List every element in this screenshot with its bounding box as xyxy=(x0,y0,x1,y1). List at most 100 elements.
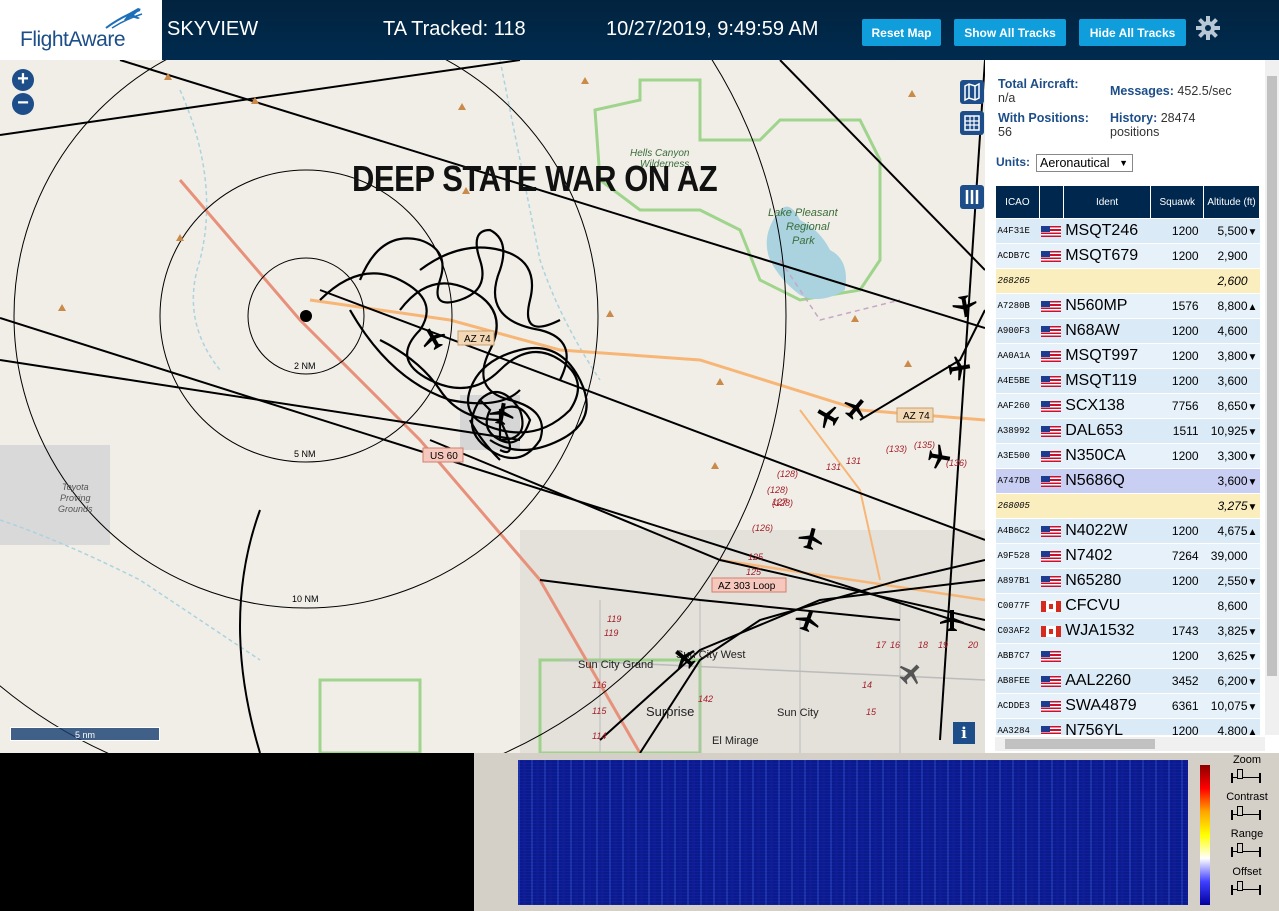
panel-vertical-scrollbar[interactable] xyxy=(1265,60,1279,735)
col-squawk[interactable]: Squawk xyxy=(1150,185,1205,219)
shield-us60: US 60 xyxy=(430,451,458,462)
aircraft-row[interactable]: AB8FEE AAL2260 3452 6,200▼ xyxy=(995,668,1260,694)
flag-cell xyxy=(1039,218,1064,244)
altitude-cell: 2,550▼ xyxy=(1203,568,1260,594)
label-surprise: Surprise xyxy=(646,704,694,719)
flag-cell xyxy=(1039,718,1064,735)
show-all-tracks-button[interactable]: Show All Tracks xyxy=(954,19,1066,46)
ident-cell: WJA1532 xyxy=(1063,618,1151,644)
col-altitude[interactable]: Altitude (ft) xyxy=(1203,185,1260,219)
col-icao[interactable]: ICAO xyxy=(995,185,1040,219)
bottom-blank xyxy=(0,753,474,911)
us-flag-icon xyxy=(1041,576,1062,588)
scroll-thumb[interactable] xyxy=(1267,76,1277,676)
flag-cell xyxy=(1039,643,1064,669)
aircraft-row[interactable]: A38992 DAL653 1511 10,925▼ xyxy=(995,418,1260,444)
offset-slider[interactable] xyxy=(1231,881,1261,895)
flag-cell xyxy=(1039,268,1064,294)
total-aircraft: Total Aircraft: n/a xyxy=(998,77,1098,105)
aircraft-row[interactable]: ABB7C7 1200 3,625▼ xyxy=(995,643,1260,669)
aircraft-row[interactable]: AA0A1A MSQT997 1200 3,800▼ xyxy=(995,343,1260,369)
aircraft-row[interactable]: C0077F CFCVU 8,600 xyxy=(995,593,1260,619)
altitude-value: 4,675 xyxy=(1217,524,1248,538)
icao-cell: C03AF2 xyxy=(995,618,1040,644)
svg-text:125: 125 xyxy=(746,567,762,577)
aircraft-row[interactable]: A3E500 N350CA 1200 3,300▼ xyxy=(995,443,1260,469)
icao-cell: A4F31E xyxy=(995,218,1040,244)
ident-cell xyxy=(1063,493,1151,519)
info-button[interactable]: i xyxy=(953,722,975,744)
zoom-slider[interactable] xyxy=(1231,769,1261,783)
svg-text:125: 125 xyxy=(748,552,764,562)
label-sun-city: Sun City xyxy=(777,707,819,719)
aircraft-row[interactable]: AAF260 SCX138 7756 8,650▼ xyxy=(995,393,1260,419)
zoom-in-button[interactable]: + xyxy=(12,69,34,91)
columns-button[interactable] xyxy=(960,185,984,209)
zoom-out-button[interactable]: − xyxy=(12,93,34,115)
altitude-cell: 10,925▼ xyxy=(1203,418,1260,444)
altitude-cell: 2,900 xyxy=(1203,243,1260,269)
ident-cell: MSQT679 xyxy=(1063,243,1151,269)
ident-cell: N65280 xyxy=(1063,568,1151,594)
aircraft-row[interactable]: ACDDE3 SWA4879 6361 10,075▼ xyxy=(995,693,1260,719)
icao-cell: A38992 xyxy=(995,418,1040,444)
gear-icon[interactable] xyxy=(1196,16,1220,40)
hide-all-tracks-button[interactable]: Hide All Tracks xyxy=(1079,19,1186,46)
altitude-trend: ▲ xyxy=(1247,727,1258,735)
range-slider[interactable] xyxy=(1231,843,1261,857)
panel-horizontal-scrollbar[interactable] xyxy=(995,737,1265,751)
squawk-cell: 1743 xyxy=(1150,618,1204,644)
col-flag[interactable] xyxy=(1038,185,1064,219)
svg-text:114: 114 xyxy=(592,731,606,741)
svg-text:(128): (128) xyxy=(777,469,798,479)
svg-text:131: 131 xyxy=(846,456,861,466)
range-control-label: Range xyxy=(1230,828,1264,840)
aircraft-row[interactable]: 268265 2,600 xyxy=(995,268,1260,294)
map-layers-button[interactable] xyxy=(960,80,984,104)
contrast-slider[interactable] xyxy=(1231,806,1261,820)
aircraft-row[interactable]: AA3284 N756YL 1200 4,800▲ xyxy=(995,718,1260,735)
reset-map-button[interactable]: Reset Map xyxy=(862,19,941,46)
squawk-cell: 1576 xyxy=(1150,293,1204,319)
offset-control-label: Offset xyxy=(1232,866,1262,878)
aircraft-row[interactable]: A4E5BE MSQT119 1200 3,600 xyxy=(995,368,1260,394)
app-name: SKYVIEW xyxy=(167,18,259,40)
aircraft-row[interactable]: A7280B N560MP 1576 8,800▲ xyxy=(995,293,1260,319)
altitude-cell: 10,075▼ xyxy=(1203,693,1260,719)
grid-toggle-button[interactable] xyxy=(960,111,984,135)
scroll-thumb[interactable] xyxy=(1005,739,1155,749)
aircraft-row[interactable]: A897B1 N65280 1200 2,550▼ xyxy=(995,568,1260,594)
units-select[interactable]: Aeronautical ▼ xyxy=(1036,154,1133,172)
icao-cell: A747DB xyxy=(995,468,1040,494)
altitude-value: 3,300 xyxy=(1217,449,1248,463)
aircraft-row[interactable]: A9F528 N7402 7264 39,000 xyxy=(995,543,1260,569)
altitude-value: 3,625 xyxy=(1217,649,1248,663)
aircraft-row[interactable]: A747DB N5686Q 3,600▼ xyxy=(995,468,1260,494)
altitude-cell: 4,800▲ xyxy=(1203,718,1260,735)
map-view[interactable]: 2 NM 5 NM 10 NM Hells Canyon Wilderness … xyxy=(0,60,985,753)
svg-text:16: 16 xyxy=(890,640,900,650)
with-positions-value: 56 xyxy=(998,125,1012,139)
flightaware-logo[interactable]: FlightAware xyxy=(0,0,162,60)
col-ident[interactable]: Ident xyxy=(1062,185,1152,219)
altitude-trend: ▲ xyxy=(1247,527,1258,538)
aircraft-row[interactable]: C03AF2 WJA1532 1743 3,825▼ xyxy=(995,618,1260,644)
icao-cell: A4B6C2 xyxy=(995,518,1040,544)
ident-cell: MSQT997 xyxy=(1063,343,1151,369)
with-positions-label: With Positions: xyxy=(998,111,1089,125)
altitude-value: 6,200 xyxy=(1217,674,1248,688)
ident-cell: N350CA xyxy=(1063,443,1151,469)
svg-text:119: 119 xyxy=(604,628,618,638)
aircraft-row[interactable]: 268005 3,275▼ xyxy=(995,493,1260,519)
messages-stat: Messages: 452.5/sec xyxy=(1110,84,1260,98)
waterfall-display[interactable] xyxy=(518,760,1188,905)
aircraft-table: ICAO Ident Squawk Altitude (ft) A4F31E MS… xyxy=(995,185,1260,735)
aircraft-row[interactable]: ACDB7C MSQT679 1200 2,900 xyxy=(995,243,1260,269)
aircraft-row[interactable]: A4B6C2 N4022W 1200 4,675▲ xyxy=(995,518,1260,544)
aircraft-row[interactable]: A900F3 N68AW 1200 4,600 xyxy=(995,318,1260,344)
ident-cell xyxy=(1063,268,1151,294)
svg-text:(126): (126) xyxy=(752,523,773,533)
receiver-site xyxy=(300,310,312,322)
aircraft-row[interactable]: A4F31E MSQT246 1200 5,500▼ xyxy=(995,218,1260,244)
clock: 10/27/2019, 9:49:59 AM xyxy=(606,18,819,40)
